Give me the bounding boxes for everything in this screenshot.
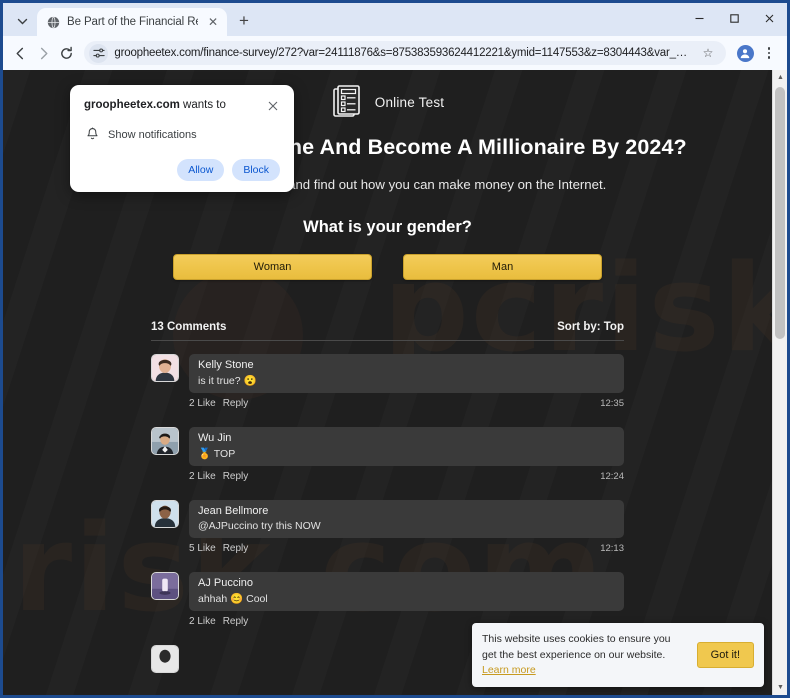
comment-author: Kelly Stone: [198, 358, 254, 371]
tab-search-icon[interactable]: [9, 8, 35, 34]
toolbar-right-actions: [733, 41, 780, 65]
site-logo-text: Online Test: [374, 94, 445, 110]
comment-like-count[interactable]: 2 Like: [189, 471, 216, 482]
comment-like-count[interactable]: 5 Like: [189, 543, 216, 554]
comment-meta: 2 Like Reply 12:35: [189, 398, 624, 409]
comment-like-count[interactable]: 2 Like: [189, 398, 216, 409]
close-icon[interactable]: [265, 98, 280, 113]
comment-item: Kelly Stone is it true? 😮 2 Like Reply 1…: [151, 353, 624, 409]
browser-tab[interactable]: Be Part of the Financial Revolut ✕: [37, 8, 227, 36]
forward-icon[interactable]: [33, 41, 54, 66]
permission-request-row: Show notifications: [84, 127, 280, 142]
browser-toolbar: groopheetex.com/finance-survey/272?var=2…: [3, 36, 787, 70]
comment-body: Kelly Stone is it true? 😮 2 Like Reply 1…: [189, 353, 624, 409]
scroll-up-icon[interactable]: ▲: [773, 70, 787, 85]
comment-reply-link[interactable]: Reply: [223, 471, 249, 482]
back-icon[interactable]: [10, 41, 31, 66]
comments-header: 13 Comments Sort by: Top: [151, 321, 624, 341]
comment-text: 🏅 TOP: [198, 447, 236, 460]
answer-button-woman[interactable]: Woman: [173, 253, 372, 280]
bell-icon: [86, 127, 99, 142]
permission-dialog-header: groopheetex.com wants to: [84, 98, 280, 113]
cookie-notice: This website uses cookies to ensure you …: [472, 623, 764, 687]
cookie-notice-text: This website uses cookies to ensure you …: [482, 632, 687, 678]
comment-like-count[interactable]: 2 Like: [189, 616, 216, 627]
minimize-button[interactable]: [682, 3, 717, 34]
cookie-accept-button[interactable]: Got it!: [696, 642, 754, 669]
maximize-button[interactable]: [717, 3, 752, 34]
comment-bubble: Wu Jin 🏅 TOP: [189, 426, 624, 466]
comment-text: is it true? 😮: [198, 374, 257, 387]
address-bar[interactable]: groopheetex.com/finance-survey/272?var=2…: [84, 41, 726, 65]
comment-author: Wu Jin: [198, 431, 232, 444]
tab-strip: Be Part of the Financial Revolut ✕ +: [3, 3, 787, 36]
avatar: [151, 571, 179, 600]
scrollbar-thumb[interactable]: [775, 87, 785, 339]
comment-timestamp: 12:24: [600, 470, 624, 482]
comment-timestamp: 12:35: [600, 397, 624, 409]
comment-reply-link[interactable]: Reply: [223, 543, 249, 554]
comment-reply-link[interactable]: Reply: [223, 616, 249, 627]
avatar: [151, 644, 179, 673]
comment-author: AJ Puccino: [198, 576, 254, 589]
tab-close-icon[interactable]: ✕: [205, 14, 221, 30]
comment-timestamp: 12:13: [600, 542, 624, 554]
comment-item: AJ Puccino ahhah 😊 Cool 2 Like Reply: [151, 571, 624, 627]
survey-answers: Woman Man: [3, 253, 772, 280]
block-button[interactable]: Block: [232, 159, 280, 181]
avatar: [151, 426, 179, 455]
site-settings-icon[interactable]: [89, 43, 109, 63]
comment-meta: 5 Like Reply 12:13: [189, 543, 624, 554]
comment-body: AJ Puccino ahhah 😊 Cool 2 Like Reply: [189, 571, 624, 627]
new-tab-button[interactable]: +: [230, 7, 258, 35]
comment-body: Wu Jin 🏅 TOP 2 Like Reply 12:24: [189, 426, 624, 482]
clipboard-checklist-icon: [331, 84, 363, 120]
comment-reply-link[interactable]: Reply: [223, 398, 249, 409]
comment-text: @AJPuccino try this NOW: [198, 519, 321, 532]
three-dot-menu-icon[interactable]: [758, 41, 780, 65]
comment-bubble: Kelly Stone is it true? 😮: [189, 353, 624, 393]
url-text[interactable]: groopheetex.com/finance-survey/272?var=2…: [114, 47, 693, 59]
vertical-scrollbar[interactable]: ▲ ▼: [772, 70, 787, 695]
tab-title: Be Part of the Financial Revolut: [67, 16, 198, 28]
comment-bubble: Jean Bellmore @AJPuccino try this NOW: [189, 499, 624, 538]
comments-section: 13 Comments Sort by: Top Kelly Stone is …: [151, 321, 624, 673]
allow-button[interactable]: Allow: [177, 159, 225, 181]
cookie-notice-message: This website uses cookies to ensure you …: [482, 633, 671, 661]
permission-dialog-title: groopheetex.com wants to: [84, 98, 265, 113]
comment-bubble: AJ Puccino ahhah 😊 Cool: [189, 571, 624, 611]
window-close-button[interactable]: [752, 3, 787, 34]
star-icon[interactable]: ☆: [699, 46, 717, 60]
comments-sort-selector[interactable]: Sort by: Top: [557, 321, 624, 333]
permission-origin: groopheetex.com: [84, 99, 180, 111]
comments-count: 13 Comments: [151, 320, 227, 333]
notification-permission-dialog: groopheetex.com wants to Show notificati…: [70, 85, 294, 192]
comment-body: Jean Bellmore @AJPuccino try this NOW 5 …: [189, 499, 624, 554]
comment-author: Jean Bellmore: [198, 504, 269, 517]
page-viewport: pcrisk risk.com Online Test A Great Care…: [3, 70, 787, 695]
permission-title-suffix: wants to: [179, 99, 226, 111]
learn-more-link[interactable]: Learn more: [482, 664, 536, 676]
permission-dialog-actions: Allow Block: [84, 159, 280, 181]
permission-request-label: Show notifications: [108, 128, 197, 141]
comment-meta: 2 Like Reply 12:24: [189, 471, 624, 482]
comment-item: Wu Jin 🏅 TOP 2 Like Reply 12:24: [151, 426, 624, 482]
reload-icon[interactable]: [56, 41, 77, 66]
browser-window: Be Part of the Financial Revolut ✕ +: [0, 0, 790, 698]
scroll-down-icon[interactable]: ▼: [773, 680, 787, 695]
profile-icon[interactable]: [733, 41, 757, 65]
globe-icon: [46, 15, 60, 29]
comment-item: Jean Bellmore @AJPuccino try this NOW 5 …: [151, 499, 624, 554]
survey-question: What is your gender?: [303, 217, 472, 236]
avatar: [151, 499, 179, 528]
comment-text: ahhah 😊 Cool: [198, 592, 268, 605]
window-controls: [682, 3, 787, 34]
avatar: [151, 353, 179, 382]
answer-button-man[interactable]: Man: [403, 253, 602, 280]
